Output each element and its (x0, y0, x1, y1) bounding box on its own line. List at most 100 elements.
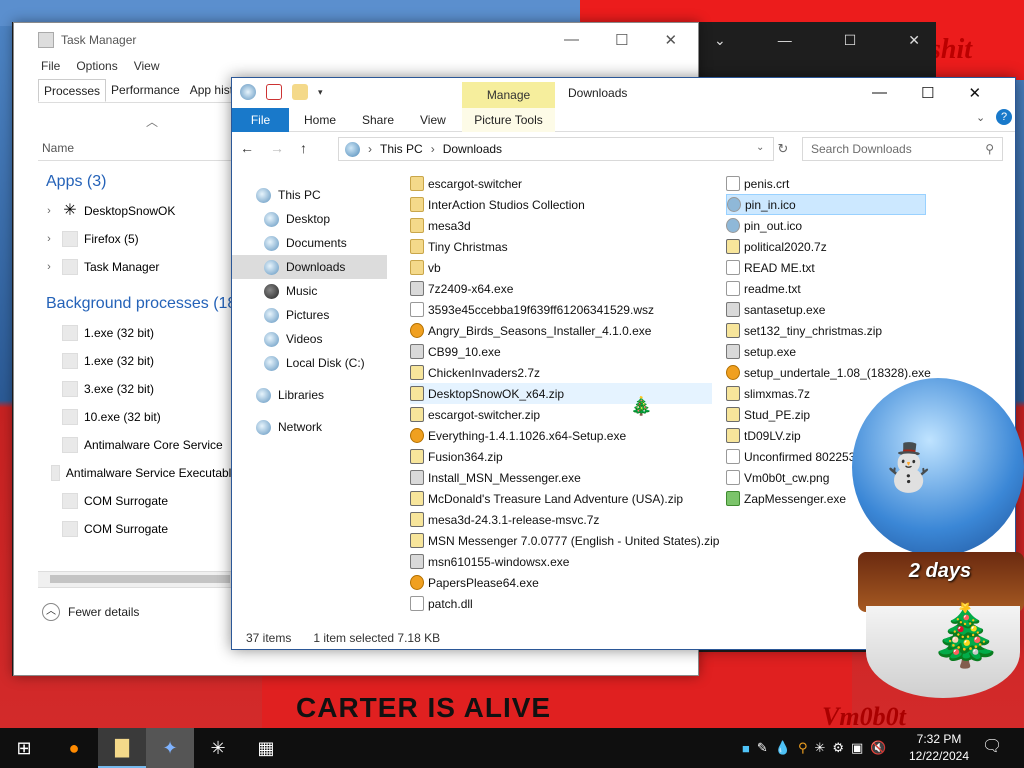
breadcrumb-downloads[interactable]: Downloads (443, 142, 502, 156)
file-item[interactable]: 3593e45ccebba19f639ff61206341529.wsz (410, 299, 712, 320)
file-item[interactable]: Tiny Christmas (410, 236, 712, 257)
forward-arrow-icon[interactable]: → (270, 140, 284, 156)
process-row[interactable]: › Firefox (5) (38, 225, 238, 253)
file-item[interactable]: readme.txt (726, 278, 926, 299)
taskbar-firefox[interactable]: ● (50, 728, 98, 768)
minimize-icon[interactable]: — (778, 32, 792, 49)
tray-drop-icon[interactable]: 💧 (775, 740, 791, 756)
tray-app-icon[interactable]: ■ (742, 741, 750, 756)
taskbar-desktopsnowok[interactable]: ✳ (194, 728, 242, 768)
file-item[interactable]: mesa3d (410, 215, 712, 236)
search-input[interactable]: Search Downloads ⚲ (802, 137, 1003, 161)
process-row[interactable]: Antimalware Service Executable (38, 459, 238, 487)
file-item[interactable]: Install_MSN_Messenger.exe (410, 467, 712, 488)
file-item[interactable]: Everything-1.4.1.1026.x64-Setup.exe (410, 425, 712, 446)
process-row[interactable]: › Task Manager (38, 253, 238, 281)
nav-item-this-pc[interactable]: This PC (256, 183, 411, 207)
file-item[interactable]: PapersPlease64.exe (410, 572, 712, 593)
minimize-icon[interactable]: — (872, 84, 887, 102)
file-item[interactable]: escargot-switcher (410, 173, 712, 194)
file-item[interactable]: penis.crt (726, 173, 926, 194)
file-item[interactable]: InterAction Studios Collection (410, 194, 712, 215)
breadcrumb-separator-icon[interactable]: › (368, 142, 372, 156)
address-history-chevron-icon[interactable]: ⌄ (756, 142, 764, 153)
file-item[interactable]: ChickenInvaders2.7z (410, 362, 712, 383)
nav-item-local-disk[interactable]: Local Disk (C:) (264, 351, 419, 375)
file-item[interactable]: setup_undertale_1.08_(18328).exe (726, 362, 931, 383)
file-item[interactable]: political2020.7z (726, 236, 926, 257)
file-item[interactable]: escargot-switcher.zip (410, 404, 712, 425)
chevron-right-icon[interactable]: › (38, 261, 60, 273)
ribbon-tab-file[interactable]: File (232, 108, 289, 132)
expand-ribbon-chevron-icon[interactable]: ⌄ (976, 111, 985, 124)
file-item[interactable]: pin_out.ico (726, 215, 926, 236)
back-arrow-icon[interactable]: ← (240, 140, 254, 156)
tray-snow-icon[interactable]: ✳ (814, 740, 825, 756)
ribbon-tab-share[interactable]: Share (362, 113, 394, 127)
nav-item-desktop[interactable]: Desktop (264, 207, 419, 231)
process-row[interactable]: › ✳ DesktopSnowOK (38, 197, 238, 225)
fewer-details-button[interactable]: ︿ Fewer details (42, 603, 139, 621)
process-row[interactable]: 1.exe (32 bit) (38, 319, 238, 347)
breadcrumb-this-pc[interactable]: This PC (380, 142, 423, 156)
nav-item-libraries[interactable]: Libraries (256, 383, 411, 407)
nav-item-documents[interactable]: Documents (264, 231, 419, 255)
snow-globe-widget[interactable] (852, 378, 1024, 556)
file-item[interactable]: Angry_Birds_Seasons_Installer_4.1.0.exe (410, 320, 712, 341)
file-item[interactable]: CB99_10.exe (410, 341, 712, 362)
nav-item-videos[interactable]: Videos (264, 327, 419, 351)
file-item[interactable]: setup.exe (726, 341, 926, 362)
tab-processes[interactable]: Processes (38, 79, 107, 102)
close-icon[interactable]: ✕ (908, 32, 920, 49)
up-arrow-icon[interactable]: ↑ (300, 140, 307, 156)
maximize-icon[interactable]: ☐ (844, 32, 857, 49)
file-item[interactable]: Fusion364.zip (410, 446, 712, 467)
network-icon[interactable]: ▣ (851, 740, 863, 756)
manage-contextual-tab[interactable]: Manage (462, 82, 555, 108)
new-folder-icon[interactable] (292, 84, 308, 100)
breadcrumb-separator-icon[interactable]: › (431, 142, 435, 156)
ribbon-tab-home[interactable]: Home (304, 113, 336, 127)
volume-muted-icon[interactable]: 🔇 (870, 740, 886, 756)
file-item[interactable]: vb (410, 257, 712, 278)
tray-gear-icon[interactable]: ⚙ (832, 740, 844, 756)
file-item[interactable]: 7z2409-x64.exe (410, 278, 712, 299)
file-item[interactable]: mesa3d-24.3.1-release-msvc.7z (410, 509, 712, 530)
chevron-down-icon[interactable]: ⌄ (714, 32, 726, 49)
chevron-right-icon[interactable]: › (38, 233, 60, 245)
taskbar-app[interactable]: ✦ (146, 728, 194, 768)
start-button[interactable]: ⊞ (0, 728, 48, 768)
customize-toolbar-chevron-icon[interactable]: ▾ (318, 87, 323, 98)
refresh-icon[interactable]: ↻ (775, 137, 791, 161)
tab-performance[interactable]: Performance (106, 79, 185, 102)
maximize-icon[interactable]: ☐ (615, 31, 628, 49)
scrollbar-thumb[interactable] (50, 575, 230, 583)
menu-file[interactable]: File (41, 59, 60, 73)
address-bar[interactable]: › This PC › Downloads (338, 137, 774, 161)
process-row[interactable]: 10.exe (32 bit) (38, 403, 238, 431)
nav-item-pictures[interactable]: Pictures (264, 303, 419, 327)
file-item[interactable]: santasetup.exe (726, 299, 926, 320)
close-icon[interactable]: ✕ (968, 84, 981, 102)
taskbar-file-explorer[interactable]: ▇ (98, 728, 146, 768)
menu-view[interactable]: View (134, 59, 160, 73)
process-row[interactable]: Antimalware Core Service (38, 431, 238, 459)
properties-icon[interactable] (266, 84, 282, 100)
file-item[interactable]: msn610155-windowsx.exe (410, 551, 712, 572)
sort-chevron-up-icon[interactable]: ︿ (146, 113, 158, 130)
minimize-icon[interactable]: — (564, 31, 579, 49)
chevron-right-icon[interactable]: › (38, 205, 60, 217)
ribbon-tab-view[interactable]: View (420, 113, 446, 127)
file-item[interactable]: pin_in.ico (726, 194, 926, 215)
file-item[interactable]: set132_tiny_christmas.zip (726, 320, 926, 341)
nav-item-downloads[interactable]: Downloads (232, 255, 387, 279)
file-item[interactable]: READ ME.txt (726, 257, 926, 278)
nav-item-network[interactable]: Network (256, 415, 411, 439)
notification-center-icon[interactable]: 🗨 (982, 736, 1002, 756)
file-item[interactable]: McDonald's Treasure Land Adventure (USA)… (410, 488, 712, 509)
tab-app-history[interactable]: App history (185, 79, 231, 102)
process-row[interactable]: COM Surrogate (38, 487, 238, 515)
file-item[interactable]: DesktopSnowOK_x64.zip (410, 383, 712, 404)
tray-paint-icon[interactable]: ✎ (757, 740, 768, 756)
nav-item-music[interactable]: Music (264, 279, 419, 303)
